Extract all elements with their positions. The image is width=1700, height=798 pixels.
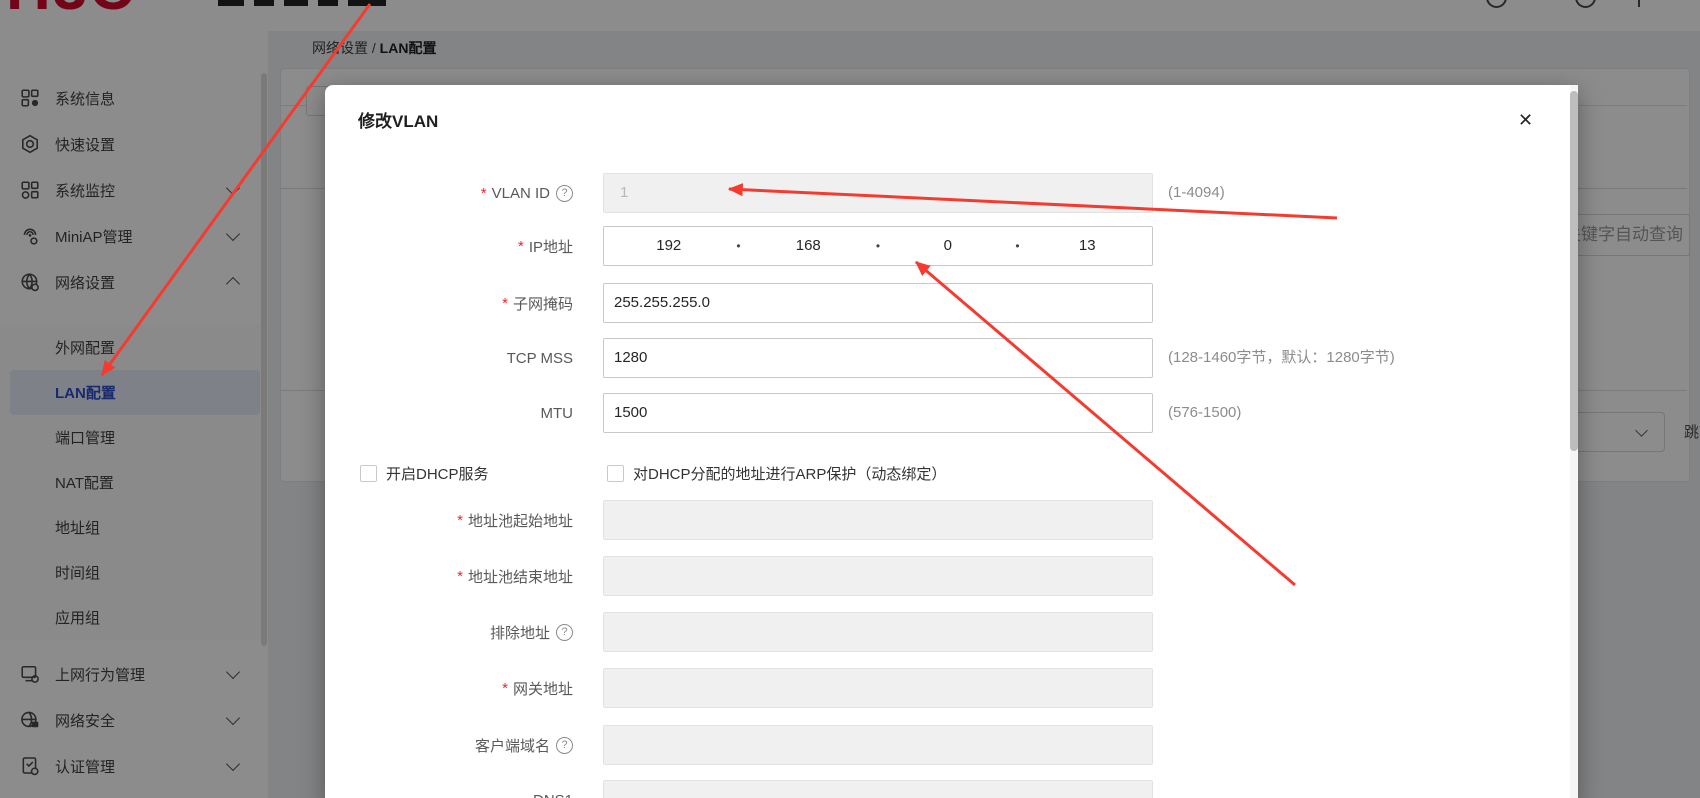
field-hint: (128-1460字节，默认：1280字节) bbox=[1168, 349, 1395, 366]
ip-address-input[interactable]: 192 • 168 • 0 • 13 bbox=[603, 226, 1153, 266]
field-label-text: DNS1 bbox=[533, 792, 573, 798]
field-label-text: 排除地址 bbox=[489, 624, 550, 642]
ip-dot-separator: • bbox=[875, 239, 881, 253]
text-input[interactable] bbox=[603, 500, 1153, 540]
text-input[interactable]: 1280 bbox=[603, 338, 1153, 378]
required-asterisk: * bbox=[502, 679, 508, 697]
dialog-title: 修改VLAN bbox=[358, 112, 439, 131]
field-label-text: TCP MSS bbox=[506, 349, 573, 367]
field-label: * 地址池结束地址 bbox=[325, 556, 573, 596]
close-icon[interactable]: ✕ bbox=[1518, 111, 1533, 129]
required-asterisk: * bbox=[517, 237, 524, 255]
form-row: * 地址池结束地址 bbox=[325, 556, 1565, 596]
field-label: MTU bbox=[325, 393, 574, 433]
ip-octet[interactable]: 168 bbox=[744, 227, 874, 265]
text-input[interactable]: 255.255.255.0 bbox=[603, 283, 1153, 323]
field-label-text: 地址池结束地址 bbox=[467, 568, 573, 586]
text-input[interactable]: 1 bbox=[603, 173, 1153, 213]
field-label-text: VLAN ID bbox=[491, 184, 550, 202]
field-label: * VLAN ID? bbox=[325, 173, 573, 213]
field-hint: (576-1500) bbox=[1168, 404, 1242, 421]
form-row: TCP MSS 1280 (128-1460字节，默认：1280字节) bbox=[325, 338, 1565, 378]
form-row: * VLAN ID? 1 (1-4094) bbox=[325, 173, 1565, 213]
modal-scrollbar[interactable] bbox=[1570, 85, 1578, 798]
required-asterisk: * bbox=[457, 567, 463, 585]
checkbox-label: 对DHCP分配的地址进行ARP保护（动态绑定） bbox=[633, 465, 947, 483]
form-row: 开启DHCP服务 对DHCP分配的地址进行ARP保护（动态绑定） bbox=[325, 453, 1565, 493]
form-row: 排除地址? bbox=[325, 612, 1565, 652]
edit-vlan-dialog: 修改VLAN ✕ * VLAN ID? 1 (1-4094) * IP地址 192 • 168 •… bbox=[325, 85, 1578, 798]
field-hint: (1-4094) bbox=[1168, 184, 1225, 201]
field-label-text: 子网掩码 bbox=[512, 295, 573, 313]
field-label: * IP地址 bbox=[325, 226, 573, 266]
ip-octet[interactable]: 192 bbox=[604, 227, 734, 265]
screen: H3C 系统信息快速设置系统监控MiniAP管理网络设置 外网配置LAN配置端口… bbox=[0, 0, 1700, 798]
field-label: * 地址池起始地址 bbox=[325, 500, 573, 540]
text-input[interactable] bbox=[603, 668, 1153, 708]
field-label-text: 网关地址 bbox=[512, 680, 573, 698]
field-label: TCP MSS bbox=[325, 338, 573, 378]
text-input[interactable] bbox=[603, 556, 1153, 596]
help-icon[interactable]: ? bbox=[556, 736, 573, 754]
field-label: DNS1 bbox=[325, 780, 573, 798]
help-icon[interactable]: ? bbox=[556, 184, 573, 202]
enable-dhcp-checkbox[interactable]: 开启DHCP服务 bbox=[360, 461, 489, 485]
text-input[interactable] bbox=[603, 725, 1153, 765]
field-label: 客户端域名? bbox=[325, 725, 573, 765]
modal-scrollbar-thumb[interactable] bbox=[1570, 91, 1578, 451]
checkbox-label: 开启DHCP服务 bbox=[386, 465, 489, 483]
text-input[interactable]: 1500 bbox=[603, 393, 1153, 433]
ip-octet[interactable]: 0 bbox=[883, 227, 1013, 265]
ip-octet[interactable]: 13 bbox=[1023, 227, 1153, 265]
form-row: * 地址池起始地址 bbox=[325, 500, 1565, 540]
checkbox-box[interactable] bbox=[360, 464, 377, 482]
text-input[interactable] bbox=[603, 612, 1153, 652]
required-asterisk: * bbox=[480, 184, 487, 202]
arp-protect-checkbox[interactable]: 对DHCP分配的地址进行ARP保护（动态绑定） bbox=[607, 461, 946, 485]
form-row: * 子网掩码 255.255.255.0 bbox=[325, 283, 1565, 323]
field-label-text: 地址池起始地址 bbox=[467, 512, 573, 530]
form-row: * IP地址 192 • 168 • 0 • 13 bbox=[325, 226, 1565, 266]
field-label-text: 客户端域名 bbox=[474, 737, 550, 755]
form-row: DNS1 bbox=[325, 780, 1565, 798]
form-row: MTU 1500 (576-1500) bbox=[325, 393, 1565, 433]
field-label-text: MTU bbox=[540, 404, 574, 422]
text-input[interactable] bbox=[603, 780, 1153, 798]
help-icon[interactable]: ? bbox=[556, 623, 573, 641]
field-label: 排除地址? bbox=[325, 612, 573, 652]
field-label-text: IP地址 bbox=[528, 238, 573, 256]
form-row: 客户端域名? bbox=[325, 725, 1565, 765]
field-label: * 网关地址 bbox=[325, 668, 573, 708]
ip-dot-separator: • bbox=[1015, 239, 1020, 253]
required-asterisk: * bbox=[502, 294, 508, 312]
form-row: * 网关地址 bbox=[325, 668, 1565, 708]
checkbox-box[interactable] bbox=[607, 464, 624, 482]
field-label: * 子网掩码 bbox=[325, 283, 573, 323]
ip-dot-separator: • bbox=[736, 239, 741, 253]
required-asterisk: * bbox=[457, 511, 463, 529]
